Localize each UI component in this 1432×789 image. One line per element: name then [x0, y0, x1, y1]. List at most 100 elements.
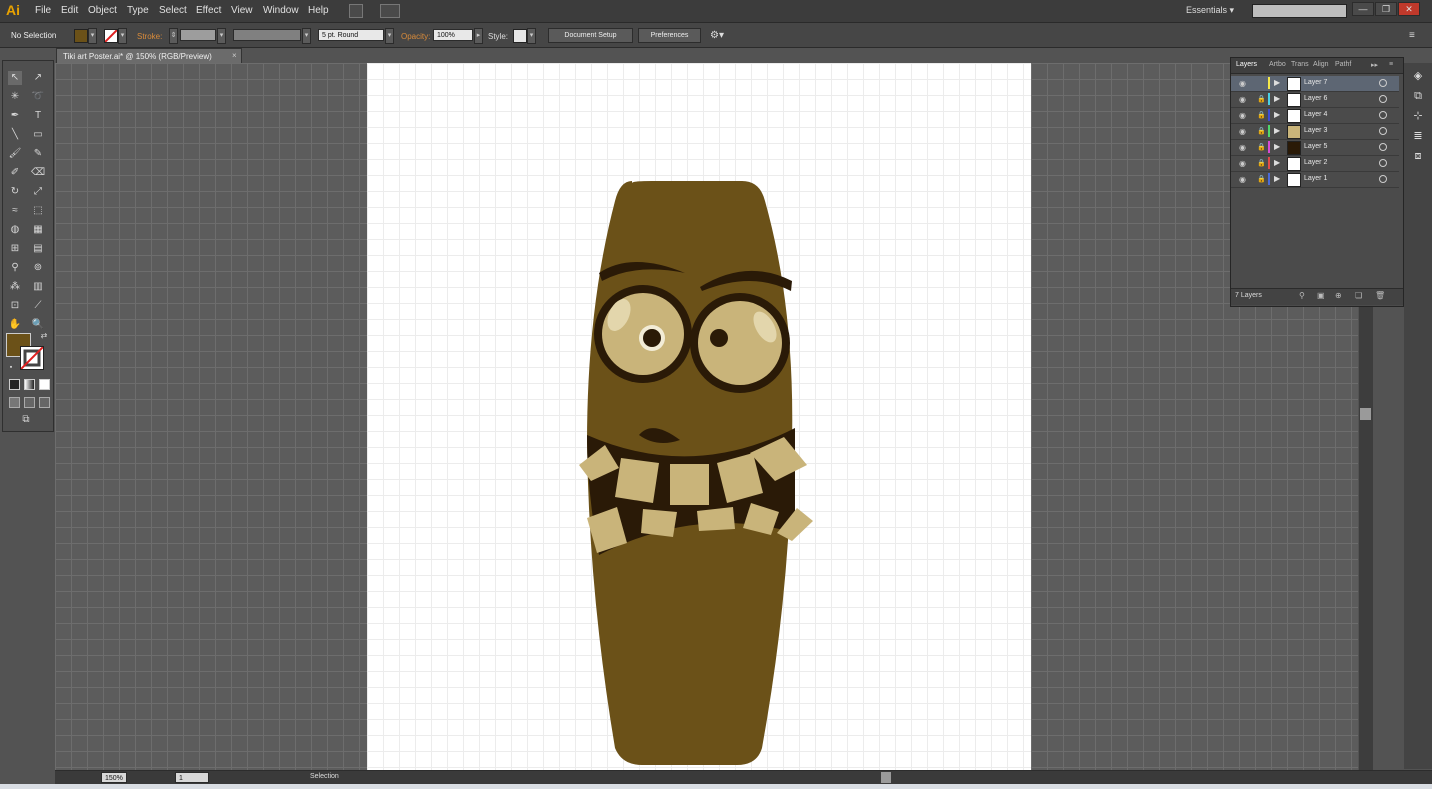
menu-help[interactable]: Help: [308, 5, 329, 16]
document-setup-button[interactable]: Document Setup: [548, 28, 633, 43]
blend-tool-icon[interactable]: ⊚: [31, 261, 45, 275]
expand-arrow-icon[interactable]: ▶: [1274, 174, 1280, 183]
menu-file[interactable]: File: [35, 5, 51, 16]
horizontal-scroll-thumb[interactable]: [881, 772, 891, 783]
lock-icon[interactable]: 🔒: [1257, 111, 1266, 119]
artboard-number-field[interactable]: 1: [175, 772, 209, 783]
layer-target-icon[interactable]: [1379, 95, 1387, 103]
layer-name[interactable]: Layer 2: [1304, 159, 1327, 166]
variable-width-profile[interactable]: [233, 29, 301, 41]
opacity-field[interactable]: 100%: [433, 29, 473, 41]
eraser-tool-icon[interactable]: ⌫: [31, 166, 45, 180]
layer-target-icon[interactable]: [1379, 79, 1387, 87]
layer-name[interactable]: Layer 1: [1304, 175, 1327, 182]
rotate-tool-icon[interactable]: ↻: [8, 185, 22, 199]
visibility-eye-icon[interactable]: ◉: [1239, 143, 1246, 152]
isolate-selection-icon[interactable]: ⚙▾: [710, 30, 724, 41]
layer-name[interactable]: Layer 5: [1304, 143, 1327, 150]
fill-dropdown[interactable]: ▾: [88, 28, 97, 44]
pathfinder-panel-icon[interactable]: ⧈: [1411, 149, 1425, 163]
screen-mode-icon[interactable]: ⧉: [19, 413, 33, 427]
expand-arrow-icon[interactable]: ▶: [1274, 126, 1280, 135]
stroke-swatch[interactable]: [104, 29, 118, 43]
stroke-dropdown[interactable]: ▾: [118, 28, 127, 44]
shape-builder-tool-icon[interactable]: ◍: [8, 223, 22, 237]
gradient-tool-icon[interactable]: ▤: [31, 242, 45, 256]
tab-align[interactable]: Align: [1313, 61, 1329, 68]
symbol-sprayer-tool-icon[interactable]: ⁂: [8, 280, 22, 294]
expand-arrow-icon[interactable]: ▶: [1274, 142, 1280, 151]
locate-object-icon[interactable]: ⚲: [1299, 291, 1305, 300]
graph-tool-icon[interactable]: ▥: [31, 280, 45, 294]
swap-fill-stroke-icon[interactable]: ⇄: [37, 329, 51, 343]
none-mode-icon[interactable]: [39, 379, 50, 390]
align-panel-icon[interactable]: ≣: [1411, 129, 1425, 143]
stroke-weight-dropdown[interactable]: ▾: [217, 28, 226, 44]
graphic-style-dropdown[interactable]: ▾: [527, 28, 536, 44]
vertical-scroll-thumb[interactable]: [1360, 408, 1371, 420]
eyedropper-tool-icon[interactable]: ⚲: [8, 261, 22, 275]
tab-artboards[interactable]: Artbo: [1269, 61, 1286, 68]
layer-name[interactable]: Layer 7: [1304, 79, 1327, 86]
fill-swatch[interactable]: [74, 29, 88, 43]
menu-type[interactable]: Type: [127, 5, 149, 16]
visibility-eye-icon[interactable]: ◉: [1239, 111, 1246, 120]
artboard-tool-icon[interactable]: ⊡: [8, 299, 22, 313]
transform-panel-icon[interactable]: ⊹: [1411, 109, 1425, 123]
color-mode-icon[interactable]: [9, 379, 20, 390]
layer-target-icon[interactable]: [1379, 159, 1387, 167]
delete-layer-icon[interactable]: 🗑: [1375, 291, 1385, 300]
visibility-eye-icon[interactable]: ◉: [1239, 95, 1246, 104]
opacity-dropdown[interactable]: ▸: [474, 28, 483, 44]
expand-arrow-icon[interactable]: ▶: [1274, 110, 1280, 119]
visibility-eye-icon[interactable]: ◉: [1239, 159, 1246, 168]
layer-name[interactable]: Layer 4: [1304, 111, 1327, 118]
layer-row[interactable]: ◉ 🔒 ▶ Layer 2: [1231, 156, 1399, 172]
lock-icon[interactable]: 🔒: [1257, 127, 1266, 135]
menu-edit[interactable]: Edit: [61, 5, 78, 16]
stroke-weight-stepper[interactable]: ⇕: [169, 28, 178, 44]
direct-selection-tool-icon[interactable]: ↗: [31, 71, 45, 85]
rectangle-tool-icon[interactable]: ▭: [31, 128, 45, 142]
lock-icon[interactable]: 🔒: [1257, 159, 1266, 167]
menu-select[interactable]: Select: [159, 5, 187, 16]
profile-dropdown[interactable]: ▾: [302, 28, 311, 44]
mesh-tool-icon[interactable]: ⊞: [8, 242, 22, 256]
layer-target-icon[interactable]: [1379, 143, 1387, 151]
brush-definition[interactable]: 5 pt. Round: [318, 29, 384, 41]
hand-tool-icon[interactable]: ✋: [8, 318, 22, 332]
visibility-eye-icon[interactable]: ◉: [1239, 175, 1246, 184]
workspace-switcher[interactable]: Essentials ▾: [1186, 5, 1234, 16]
draw-inside-icon[interactable]: [39, 397, 50, 408]
expand-arrow-icon[interactable]: ▶: [1274, 94, 1280, 103]
search-input[interactable]: [1252, 4, 1347, 18]
blob-brush-tool-icon[interactable]: ✐: [8, 166, 22, 180]
layer-row[interactable]: ◉ 🔒 ▶ Layer 4: [1231, 108, 1399, 124]
lock-icon[interactable]: 🔒: [1257, 95, 1266, 103]
expand-arrow-icon[interactable]: ▶: [1274, 158, 1280, 167]
brush-dropdown[interactable]: ▾: [385, 28, 394, 44]
layer-target-icon[interactable]: [1379, 127, 1387, 135]
draw-normal-icon[interactable]: [9, 397, 20, 408]
gradient-mode-icon[interactable]: [24, 379, 35, 390]
expand-arrow-icon[interactable]: ▶: [1274, 78, 1280, 87]
graphic-style-swatch[interactable]: [513, 29, 527, 43]
panel-options-icon[interactable]: ≡: [1389, 61, 1393, 68]
free-transform-tool-icon[interactable]: ⬚: [31, 204, 45, 218]
layers-panel-icon[interactable]: ◈: [1411, 69, 1425, 83]
scale-tool-icon[interactable]: ⤢: [31, 185, 45, 199]
line-tool-icon[interactable]: ╲: [8, 128, 22, 142]
layer-target-icon[interactable]: [1379, 111, 1387, 119]
menu-effect[interactable]: Effect: [196, 5, 221, 16]
pencil-tool-icon[interactable]: ✎: [31, 147, 45, 161]
document-tab-close-icon[interactable]: ×: [232, 51, 237, 60]
panel-menu-icon[interactable]: ≡: [1409, 30, 1415, 41]
layer-row[interactable]: ◉ 🔒 ▶ Layer 5: [1231, 140, 1399, 156]
width-tool-icon[interactable]: ≈: [8, 204, 22, 218]
tab-pathfinder[interactable]: Pathf: [1335, 61, 1351, 68]
opacity-label[interactable]: Opacity:: [401, 32, 430, 41]
stroke-color-box[interactable]: [20, 346, 44, 370]
new-layer-icon[interactable]: ❏: [1355, 291, 1362, 300]
preferences-button[interactable]: Preferences: [638, 28, 701, 43]
zoom-field[interactable]: 150%: [101, 772, 127, 783]
